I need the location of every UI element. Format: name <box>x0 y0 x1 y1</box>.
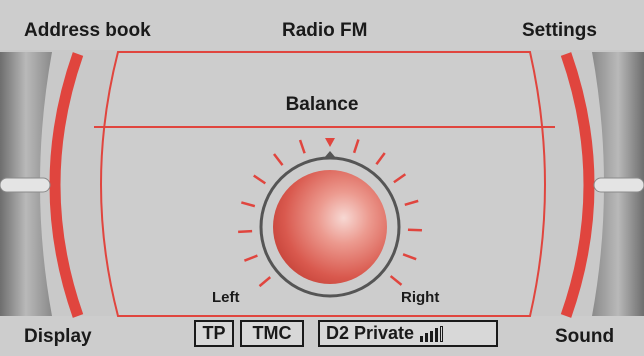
sound-softkey[interactable]: Sound <box>555 327 614 346</box>
tp-badge: TP <box>194 320 234 347</box>
right-slider-handle[interactable] <box>593 177 644 193</box>
left-slider-handle[interactable] <box>0 177 51 193</box>
left-label: Left <box>212 289 240 306</box>
left-red-arc <box>49 52 84 318</box>
radio-fm-softkey[interactable]: Radio FM <box>282 21 368 40</box>
scale-tick <box>238 229 253 234</box>
signal-bar <box>425 333 429 342</box>
balance-title: Balance <box>285 94 359 115</box>
signal-bar <box>440 325 444 342</box>
right-label: Right <box>401 289 440 306</box>
settings-softkey[interactable]: Settings <box>522 21 597 40</box>
display-graphics <box>0 0 644 356</box>
signal-bar <box>420 335 424 342</box>
signal-bar <box>435 328 439 342</box>
tmc-badge: TMC <box>240 320 304 347</box>
signal-bar <box>430 330 434 342</box>
station-badge: D2 Private <box>318 320 498 347</box>
balance-knob[interactable] <box>273 170 387 284</box>
station-name: D2 Private <box>326 323 415 343</box>
display-softkey[interactable]: Display <box>24 327 92 346</box>
right-red-arc <box>560 52 595 318</box>
signal-strength-icon <box>420 325 444 342</box>
address-book-softkey[interactable]: Address book <box>24 21 151 40</box>
